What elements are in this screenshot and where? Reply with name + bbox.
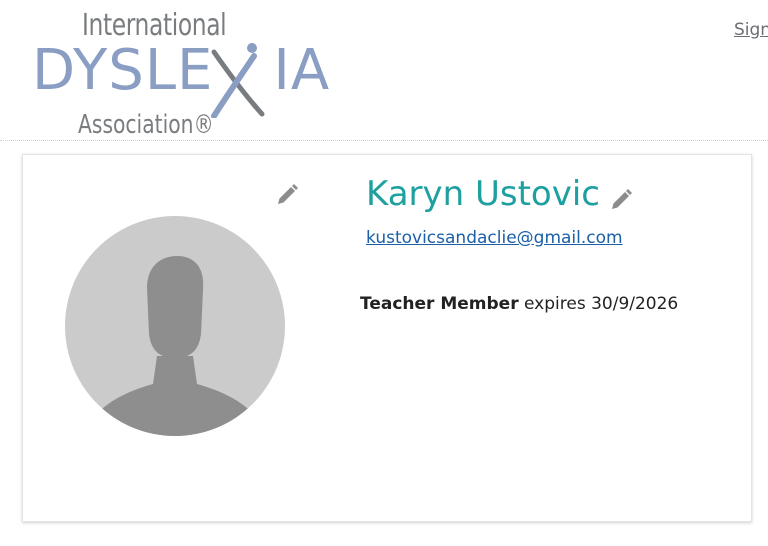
membership-expiry: expires 30/9/2026 bbox=[524, 294, 679, 314]
membership-type: Teacher Member bbox=[360, 294, 519, 314]
logo-text-association: Association® bbox=[78, 110, 214, 140]
default-avatar-silhouette-icon bbox=[95, 256, 255, 436]
profile-name: Karyn Ustovic bbox=[366, 174, 600, 214]
logo-text-dysle: DYSLE bbox=[32, 38, 214, 103]
membership-status: Teacher Member expires 30/9/2026 bbox=[360, 294, 678, 314]
edit-photo-pencil-icon[interactable] bbox=[275, 183, 299, 207]
edit-name-pencil-icon[interactable] bbox=[609, 188, 633, 212]
logo-text-dyslexia: DYSLE IA bbox=[32, 40, 330, 102]
profile-email-link[interactable]: kustovicsandaclie@gmail.com bbox=[366, 228, 623, 248]
avatar[interactable] bbox=[65, 216, 285, 436]
logo-x-figure-icon bbox=[211, 43, 265, 118]
logo-text-ia: IA bbox=[273, 38, 331, 103]
site-header: International DYSLE IA Association® Sign bbox=[0, 0, 768, 141]
sign-in-link[interactable]: Sign bbox=[734, 20, 768, 40]
profile-card: Karyn Ustovic kustovicsandaclie@gmail.co… bbox=[22, 154, 752, 522]
page: International DYSLE IA Association® Sign … bbox=[0, 0, 768, 546]
ida-logo[interactable]: International DYSLE IA Association® bbox=[32, 6, 352, 140]
